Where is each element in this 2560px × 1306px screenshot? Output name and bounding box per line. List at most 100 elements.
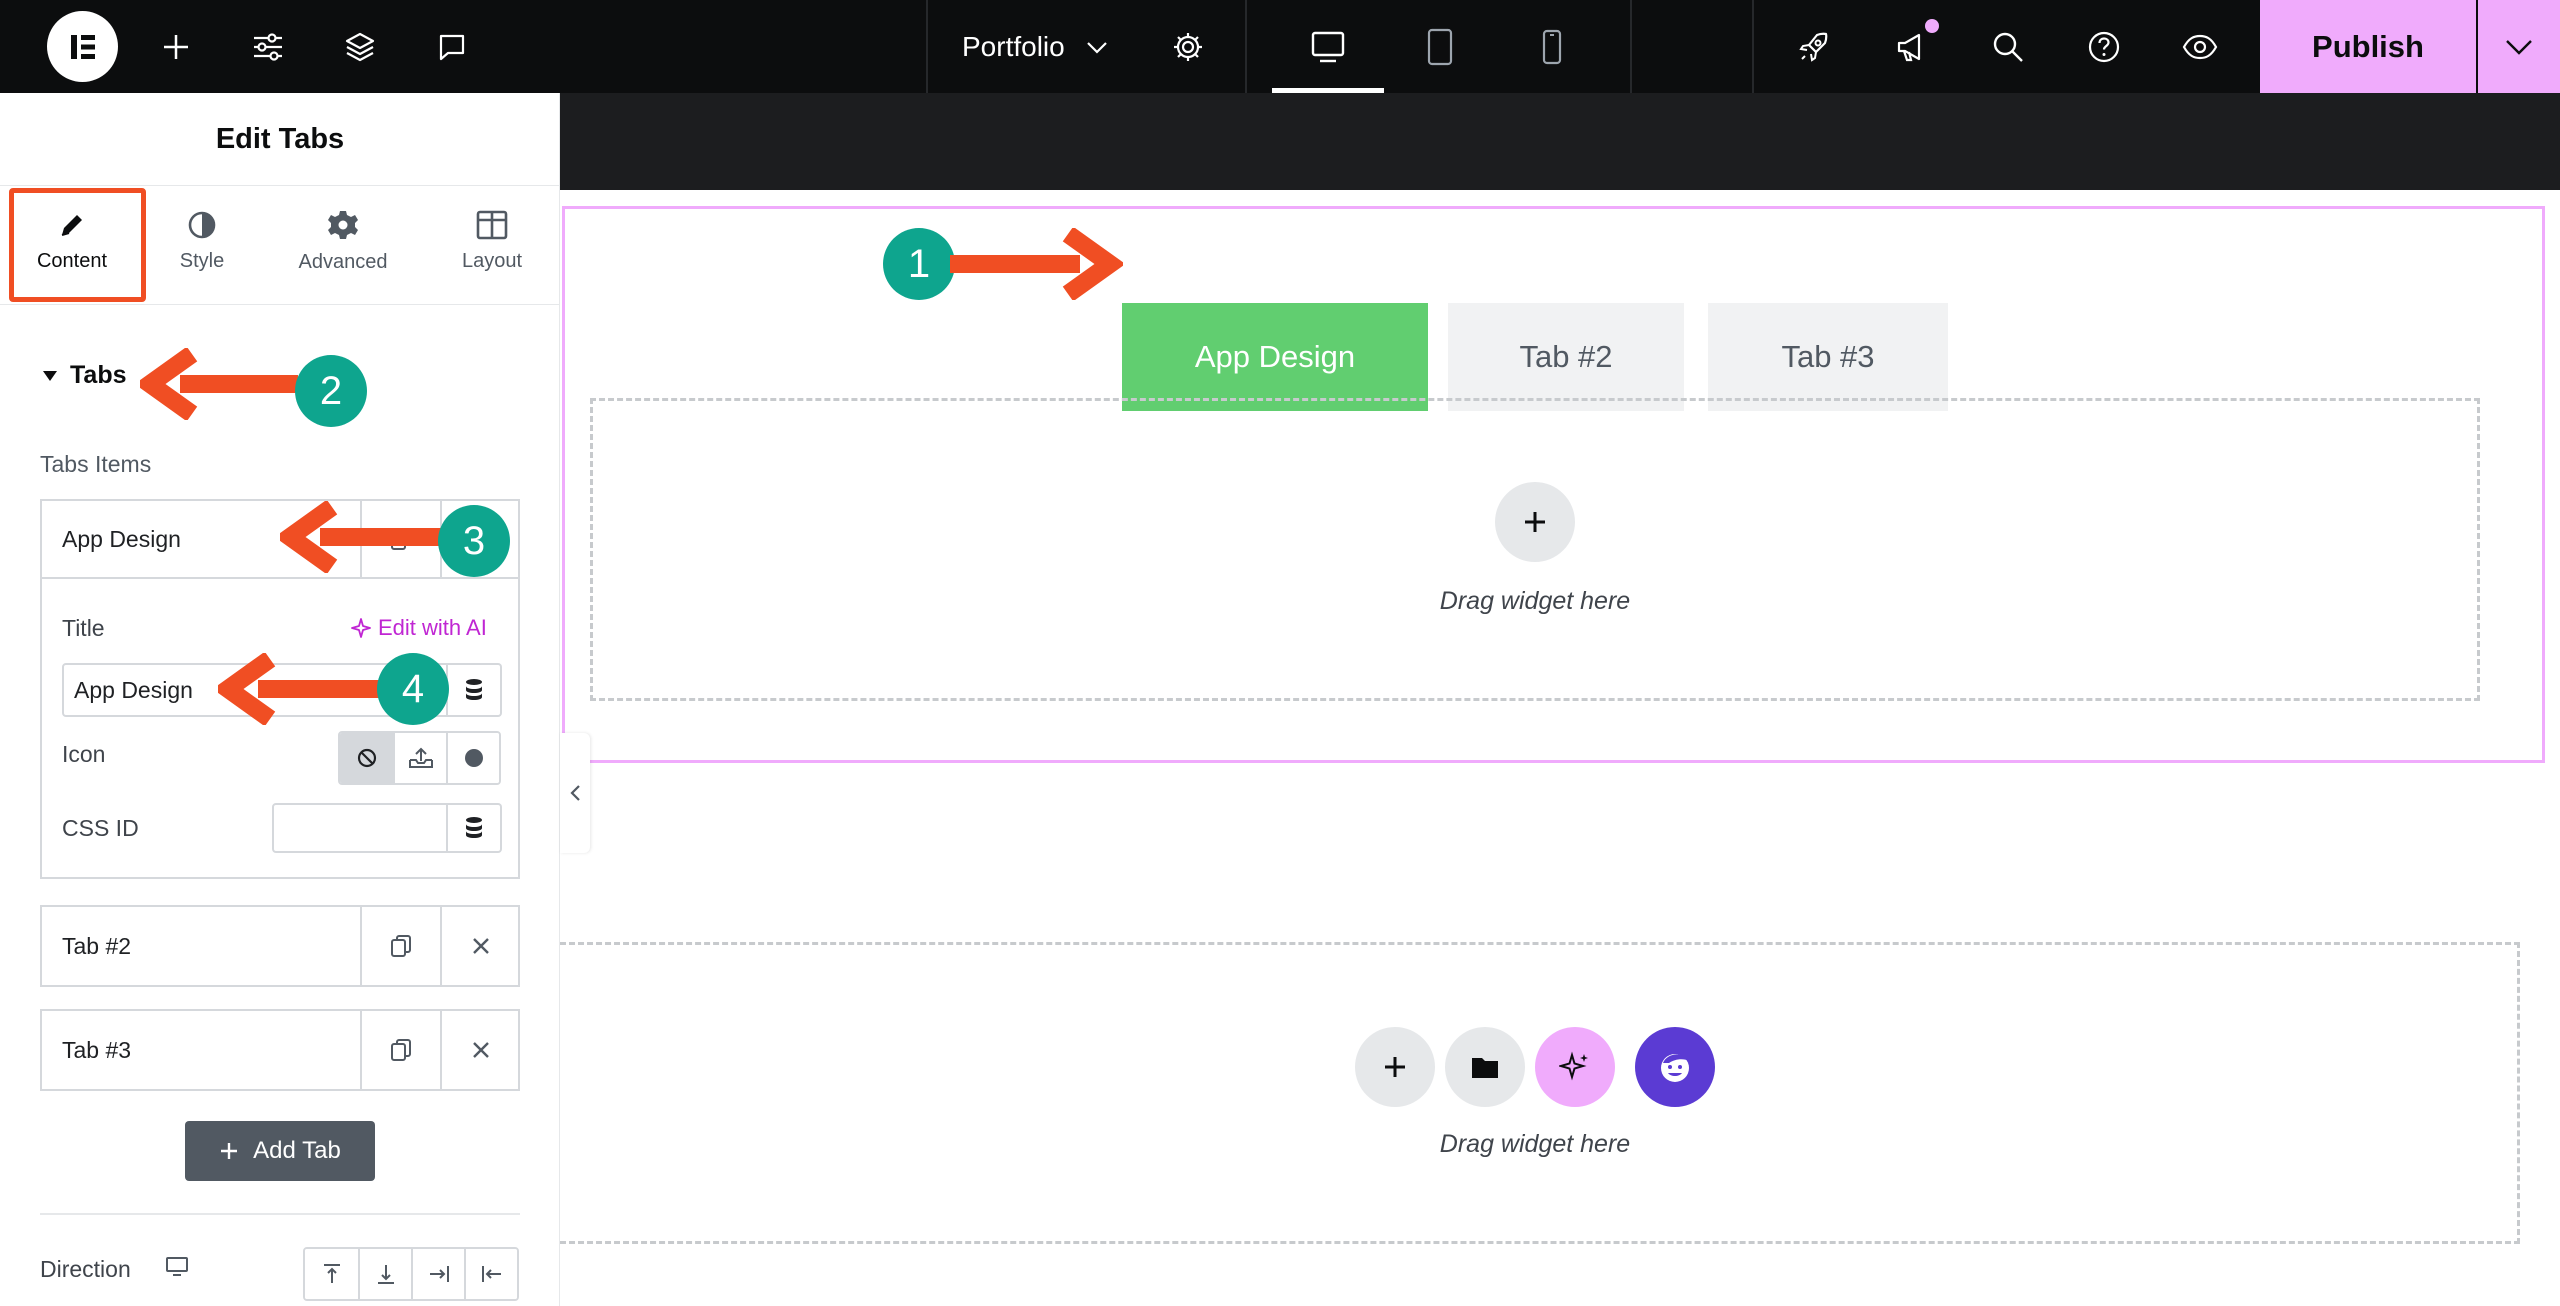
tab-layout[interactable]: Layout	[442, 193, 542, 289]
whats-new-megaphone-icon[interactable]	[1884, 0, 1940, 93]
direction-bottom-option[interactable]	[358, 1249, 411, 1299]
annotation-badge-3: 3	[438, 505, 510, 577]
css-id-dynamic-tags-button[interactable]	[448, 803, 502, 853]
page-settings-gear-icon[interactable]	[1160, 0, 1216, 93]
annotation-badge-2: 2	[295, 355, 367, 427]
desktop-view-icon[interactable]	[1300, 0, 1356, 93]
site-assistant-button[interactable]	[1635, 1027, 1715, 1107]
direction-start-option[interactable]	[464, 1249, 517, 1299]
annotation-badge-4: 4	[377, 653, 449, 725]
template-library-button[interactable]	[1445, 1027, 1525, 1107]
add-section-button[interactable]	[1355, 1027, 1435, 1107]
upload-icon	[408, 747, 433, 768]
panel-tabs-divider	[0, 304, 560, 305]
elementor-logo-icon[interactable]	[47, 11, 118, 82]
editor-canvas: App Design Tab #2 Tab #3 1 Drag widget h…	[560, 93, 2560, 1306]
help-question-icon[interactable]	[2076, 0, 2132, 93]
drop-hint-text: Drag widget here	[1439, 1130, 1631, 1158]
tab-advanced[interactable]: Advanced	[283, 193, 403, 289]
tablet-view-icon[interactable]	[1412, 0, 1468, 93]
site-settings-icon[interactable]	[240, 0, 296, 93]
align-top-icon	[323, 1264, 340, 1283]
title-field-label: Title	[62, 615, 105, 641]
icon-field-label: Icon	[62, 741, 106, 767]
plus-icon	[1385, 1057, 1405, 1077]
icon-none-option[interactable]	[340, 733, 393, 783]
icon-library-option[interactable]	[446, 733, 499, 783]
notification-dot	[1925, 19, 1939, 33]
panel-title: Edit Tabs	[0, 93, 560, 186]
tab-style-label: Style	[179, 249, 225, 272]
tab-advanced-label: Advanced	[298, 250, 388, 273]
repeater-item-title: App Design	[62, 525, 181, 552]
css-id-input[interactable]	[272, 803, 448, 853]
repeater-item[interactable]: Tab #2	[40, 905, 520, 987]
add-section-drop-zone[interactable]	[560, 942, 2520, 1244]
canvas-tab-3[interactable]: Tab #3	[1708, 303, 1948, 411]
ban-icon	[357, 748, 376, 768]
structure-layers-icon[interactable]	[332, 0, 388, 93]
add-tab-label: Add Tab	[253, 1137, 341, 1164]
launchpad-rocket-icon[interactable]	[1786, 0, 1842, 93]
tabs-items-label: Tabs Items	[40, 451, 152, 477]
header-section	[560, 93, 2560, 190]
add-widget-button[interactable]	[1495, 482, 1575, 562]
align-bottom-icon	[377, 1265, 394, 1284]
annotation-arrow-4	[218, 653, 396, 725]
canvas-tab-label: Tab #2	[1519, 339, 1613, 374]
preview-eye-icon[interactable]	[2172, 0, 2228, 93]
top-bar: Portfolio Publish	[0, 0, 2560, 93]
plus-icon	[1525, 512, 1545, 532]
publish-button[interactable]: Publish	[2260, 0, 2476, 93]
duplicate-button[interactable]	[360, 907, 440, 985]
caret-down-icon	[43, 370, 57, 381]
direction-choice-group	[303, 1247, 519, 1301]
database-icon	[466, 679, 482, 700]
responsive-desktop-icon[interactable]	[165, 1256, 189, 1278]
notes-comment-icon[interactable]	[424, 0, 480, 93]
collapse-panel-button[interactable]	[560, 733, 590, 853]
duplicate-button[interactable]	[360, 1011, 440, 1089]
database-icon	[466, 817, 482, 838]
align-start-icon	[481, 1266, 501, 1282]
canvas-tab-app-design[interactable]: App Design	[1122, 303, 1428, 411]
tab-layout-label: Layout	[461, 249, 523, 272]
assistant-face-icon	[1661, 1054, 1689, 1082]
page-name-dropdown[interactable]: Portfolio	[962, 0, 1109, 93]
css-id-field-label: CSS ID	[62, 815, 139, 841]
plus-icon	[221, 1143, 238, 1159]
canvas-tab-label: App Design	[1194, 339, 1356, 374]
copy-icon	[391, 935, 411, 957]
icon-upload-option[interactable]	[393, 733, 446, 783]
add-element-icon[interactable]	[148, 0, 204, 93]
direction-top-option[interactable]	[305, 1249, 358, 1299]
section-tabs-toggle[interactable]: Tabs	[42, 361, 127, 390]
panel-divider	[40, 1213, 520, 1215]
tab-style[interactable]: Style	[152, 193, 252, 289]
canvas-tab-label: Tab #3	[1781, 339, 1875, 374]
remove-button[interactable]	[440, 907, 520, 985]
dynamic-tags-button[interactable]	[448, 663, 502, 717]
repeater-item-title: Tab #2	[62, 932, 132, 959]
annotation-badge-1: 1	[883, 228, 955, 300]
close-icon	[473, 938, 489, 954]
page-name-label: Portfolio	[962, 30, 1065, 62]
remove-button[interactable]	[440, 1011, 520, 1089]
mobile-view-icon[interactable]	[1524, 0, 1580, 93]
annotation-arrow-2	[140, 348, 298, 420]
drop-hint-text: Drag widget here	[1439, 587, 1631, 615]
add-tab-button[interactable]: Add Tab	[185, 1121, 375, 1181]
icon-choice-group	[338, 731, 501, 785]
editor-panel: Edit Tabs Content Style Advanced Layout …	[0, 93, 560, 1306]
circle-icon	[464, 749, 483, 767]
ai-generate-button[interactable]	[1535, 1027, 1615, 1107]
publish-options-button[interactable]	[2478, 0, 2560, 93]
search-icon[interactable]	[1980, 0, 2036, 93]
repeater-item[interactable]: Tab #3	[40, 1009, 520, 1091]
section-title: Tabs	[70, 361, 127, 389]
chevron-down-icon	[2506, 39, 2532, 55]
canvas-tab-2[interactable]: Tab #2	[1448, 303, 1684, 411]
edit-with-ai-label: Edit with AI	[378, 615, 487, 640]
edit-with-ai-button[interactable]: Edit with AI	[350, 615, 487, 641]
direction-end-option[interactable]	[411, 1249, 464, 1299]
